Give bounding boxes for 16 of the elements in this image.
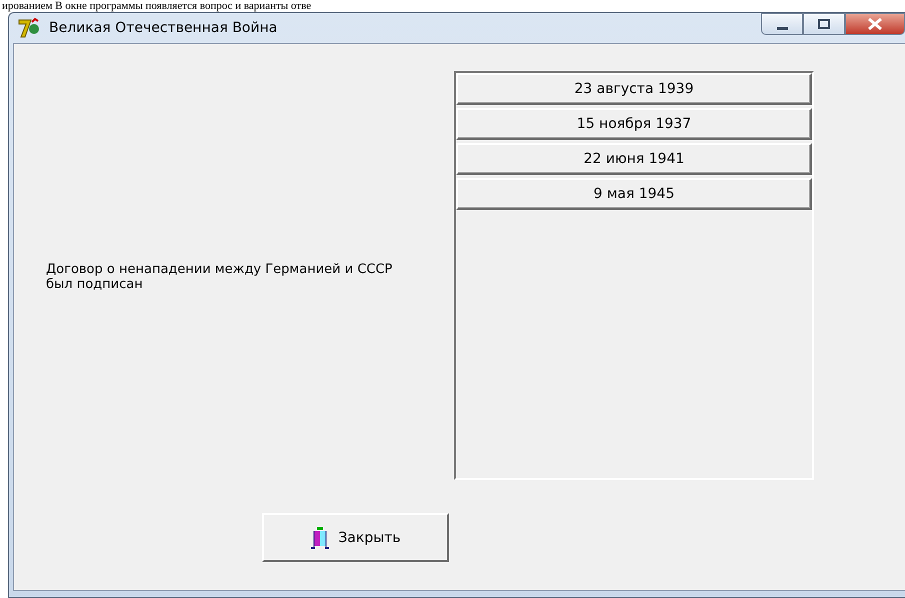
maximize-icon [818,19,830,29]
document-text: ированием В окне программы появляется вопрос и варианты отве [1,0,312,12]
close-icon [868,18,882,30]
maximize-button[interactable] [803,13,845,35]
minimize-icon [776,26,788,30]
close-window-button[interactable] [845,13,905,35]
window-title: Великая Отечественная Война [49,20,278,36]
answer-button[interactable]: 23 августа 1939 [456,73,812,105]
close-button[interactable]: Закрыть [262,513,449,562]
question-text: Договор о ненападении между Германией и СССР был подписан [46,262,394,292]
app-icon [17,17,41,39]
answer-button[interactable]: 9 мая 1945 [456,178,812,210]
door-icon [310,526,330,548]
minimize-button[interactable] [761,13,803,35]
answer-button[interactable]: 15 ноября 1937 [456,108,812,140]
answer-button[interactable]: 22 июня 1941 [456,143,812,175]
